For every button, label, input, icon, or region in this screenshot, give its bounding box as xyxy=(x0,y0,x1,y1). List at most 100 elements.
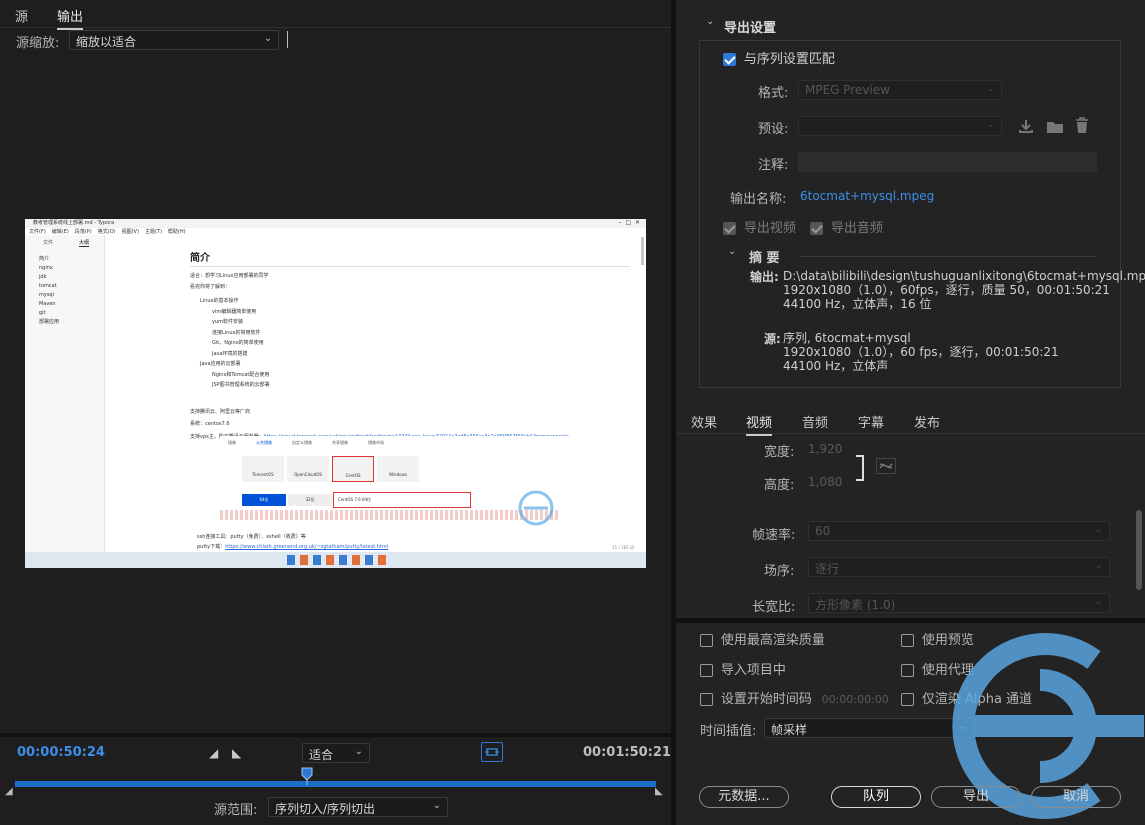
export-audio-label: 导出音频 xyxy=(830,221,883,236)
use-preview-checkbox[interactable] xyxy=(901,634,914,647)
range-end-handle[interactable]: ◣ xyxy=(655,786,663,797)
preview-os-option: TencentOS xyxy=(242,456,284,482)
source-range-value: 序列切入/序列切出 xyxy=(275,802,376,816)
export-audio-checkbox[interactable] xyxy=(810,222,823,235)
video-preview: 教考管理系统线上部署.md - Typora – □ ✕ 文件(F) 编辑(E) 段… xyxy=(25,219,646,568)
preview-ssh-line: ssh连接工具：putty（免费）、xshell（收费）等 xyxy=(197,534,306,540)
chevron-down-icon: ⌄ xyxy=(1094,524,1103,535)
match-sequence-checkbox[interactable] xyxy=(723,53,736,66)
tab-publish[interactable]: 发布 xyxy=(914,412,940,431)
tab-video[interactable]: 视频 xyxy=(746,412,773,436)
field-order-dropdown[interactable]: 逐行 ⌄ xyxy=(808,557,1110,577)
summary-source-sequence: 序列, 6tocmat+mysql xyxy=(783,331,911,345)
preview-line: Nginx和Tomcat配合使用 xyxy=(212,371,270,378)
fit-frame-button[interactable] xyxy=(481,742,503,762)
summary-source-lines: 序列, 6tocmat+mysql 1920x1080（1.0），60 fps，… xyxy=(783,331,1059,373)
import-project-checkbox[interactable] xyxy=(700,664,713,677)
summary-source-label: 源: xyxy=(764,332,781,346)
tab-output[interactable]: 输出 xyxy=(57,6,84,30)
export-video-checkbox-row[interactable]: 导出视频 xyxy=(723,217,796,236)
comment-input[interactable] xyxy=(798,152,1097,172)
trash-icon[interactable] xyxy=(1074,117,1090,134)
export-settings-title: 导出设置 xyxy=(724,21,777,36)
source-range-dropdown[interactable]: 序列切入/序列切出 ⌄ xyxy=(268,797,448,817)
tab-captions[interactable]: 字幕 xyxy=(858,412,884,431)
export-video-label: 导出视频 xyxy=(743,221,796,236)
export-audio-checkbox-row[interactable]: 导出音频 xyxy=(810,217,883,236)
width-value[interactable]: 1,920 xyxy=(808,442,842,456)
preview-lines: 适合：想学习Linux应用部署的同学 看完你将了解到： Linux的基本操作 vim编… xyxy=(190,271,630,442)
preview-status-words: 11 / 162 词 xyxy=(612,545,634,550)
mark-out-icon[interactable]: ◣ xyxy=(232,746,241,760)
preview-window-title: 教考管理系统线上部署.md - Typora xyxy=(33,220,115,226)
preview-menu-item: 视图(V) xyxy=(121,229,139,235)
collapse-chevron-icon[interactable]: ⌄ xyxy=(706,16,714,27)
import-preset-icon[interactable] xyxy=(1046,118,1064,134)
link-icon[interactable] xyxy=(876,458,896,474)
preview-bit-64: 64位 xyxy=(242,494,286,506)
save-preset-icon[interactable] xyxy=(1018,118,1034,134)
max-render-row[interactable]: 使用最高渲染质量 xyxy=(700,629,825,648)
summary-output-lines: D:\data\bilibili\design\tushuguanlixiton… xyxy=(783,269,1145,311)
aspect-dropdown[interactable]: 方形像素 (1.0) ⌄ xyxy=(808,593,1110,613)
format-dropdown[interactable]: MPEG Preview ⌄ xyxy=(798,80,1002,100)
tab-source[interactable]: 源 xyxy=(15,6,28,25)
preview-image-tab: 公共镜像 xyxy=(256,440,272,445)
preview-menubar: 文件(F) 编辑(E) 段落(P) 格式(O) 视图(V) 主题(T) 帮助(H) xyxy=(29,228,192,235)
import-project-label: 导入项目中 xyxy=(720,663,786,678)
preview-line: 看完你将了解到： xyxy=(190,283,231,290)
range-start-handle[interactable]: ◢ xyxy=(5,786,13,797)
source-scale-dropdown[interactable]: 缩放以适合 ⌄ xyxy=(69,30,279,50)
preview-line: 支持腾讯云、阿里云等厂商 xyxy=(190,408,251,415)
settings-scrollbar[interactable] xyxy=(1136,510,1142,590)
width-label: 宽度: xyxy=(764,445,795,460)
summary-output-label: 输出: xyxy=(750,270,779,284)
tab-effects[interactable]: 效果 xyxy=(691,412,717,431)
aspect-label: 长宽比: xyxy=(752,600,796,615)
current-timecode[interactable]: 00:00:50:24 xyxy=(17,745,105,760)
export-video-checkbox[interactable] xyxy=(723,222,736,235)
export-button[interactable]: 导出 xyxy=(931,786,1021,808)
frame-rate-dropdown[interactable]: 60 ⌄ xyxy=(808,521,1110,541)
text-cursor xyxy=(287,31,288,48)
start-timecode-value[interactable]: 00:00:00:00 xyxy=(822,693,889,706)
preview-outline-item: tomcat xyxy=(39,283,57,289)
preset-dropdown[interactable]: ⌄ xyxy=(798,116,1002,136)
height-label: 高度: xyxy=(764,478,795,493)
preview-os-option: OpenCloudOS xyxy=(287,456,329,482)
preview-line: Git、Nginx的简单使用 xyxy=(212,340,264,346)
alpha-only-checkbox[interactable] xyxy=(901,693,914,706)
chevron-down-icon: ⌄ xyxy=(986,83,995,94)
cancel-button[interactable]: 取消 xyxy=(1031,786,1121,808)
start-timecode-label: 设置开始时间码 xyxy=(720,692,812,707)
preview-sidebar-tab-outline: 大纲 xyxy=(79,240,90,247)
playhead[interactable] xyxy=(301,767,313,785)
mark-in-icon[interactable]: ◢ xyxy=(209,746,218,760)
max-render-checkbox[interactable] xyxy=(700,634,713,647)
preview-outline-item: 简介 xyxy=(39,256,50,262)
settings-tabs: 效果 视频 音频 字幕 发布 xyxy=(676,405,1145,436)
tab-audio[interactable]: 音频 xyxy=(802,412,828,431)
import-project-row[interactable]: 导入项目中 xyxy=(700,659,786,678)
chevron-down-icon: ⌄ xyxy=(1094,596,1103,607)
fit-dropdown[interactable]: 适合 ⌄ xyxy=(302,743,370,763)
chevron-down-icon: ⌄ xyxy=(354,746,363,757)
interp-dropdown[interactable]: 帧采样 ⌄ xyxy=(764,718,974,738)
match-sequence-checkbox-row[interactable]: 与序列设置匹配 xyxy=(723,48,835,67)
preview-heading: 简介 xyxy=(190,253,210,264)
comment-label: 注释: xyxy=(758,158,789,173)
timeline-bar[interactable] xyxy=(15,781,656,787)
start-timecode-checkbox[interactable] xyxy=(700,693,713,706)
preview-line: 连接Linux的常用软件 xyxy=(212,329,261,336)
preview-image-tab: 共享镜像 xyxy=(332,440,348,445)
output-name-link[interactable]: 6tocmat+mysql.mpeg xyxy=(800,189,934,203)
use-proxy-checkbox[interactable] xyxy=(901,664,914,677)
height-value[interactable]: 1,080 xyxy=(808,475,842,489)
preview-taskbar xyxy=(25,552,646,568)
divider xyxy=(0,733,671,737)
queue-button[interactable]: 队列 xyxy=(831,786,921,808)
preview-sidebar: 文件 大纲 简介 nginx jdk tomcat mysql Maven git 部署应用 xyxy=(25,235,105,555)
metadata-button[interactable]: 元数据... xyxy=(699,786,789,808)
summary-chevron-icon[interactable]: ⌄ xyxy=(728,246,736,257)
start-timecode-row[interactable]: 设置开始时间码 00:00:00:00 xyxy=(700,688,889,707)
